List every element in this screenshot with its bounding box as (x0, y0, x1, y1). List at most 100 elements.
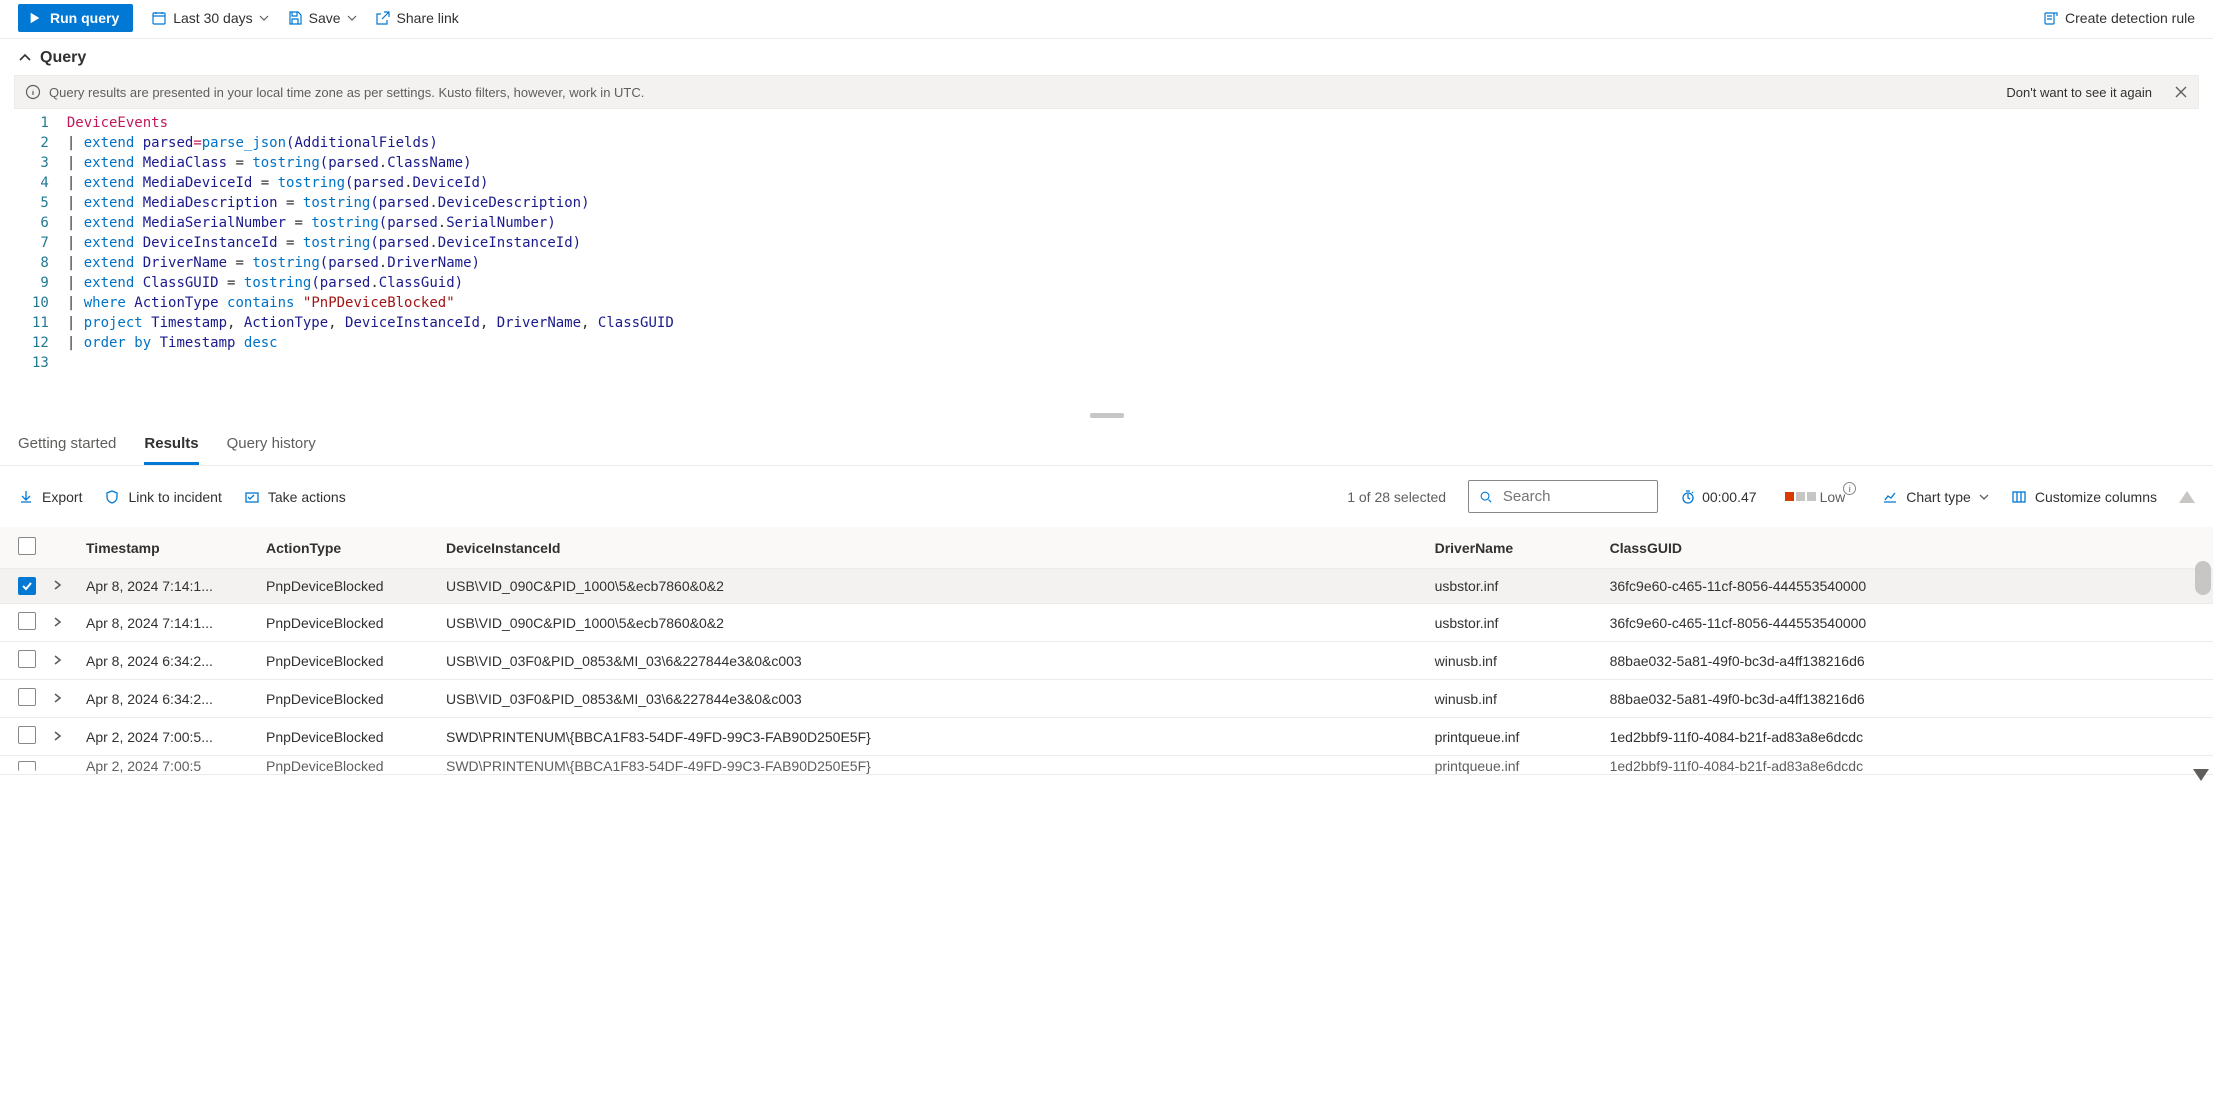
selection-count: 1 of 28 selected (1347, 489, 1446, 505)
severity-blocks-icon (1785, 492, 1816, 501)
row-checkbox[interactable] (18, 761, 36, 771)
save-label: Save (309, 10, 341, 26)
save-button[interactable]: Save (287, 10, 357, 26)
timezone-info-banner: Query results are presented in your loca… (14, 75, 2199, 109)
header-actiontype[interactable]: ActionType (258, 527, 438, 569)
banner-dismiss-link[interactable]: Don't want to see it again (2006, 85, 2166, 100)
scroll-up-icon[interactable] (2179, 491, 2195, 503)
cell-timestamp: Apr 8, 2024 7:14:1... (78, 604, 258, 642)
search-input[interactable] (1501, 487, 1647, 506)
export-button[interactable]: Export (18, 489, 82, 505)
row-checkbox[interactable] (18, 726, 36, 744)
calendar-icon (151, 10, 167, 26)
customize-columns-button[interactable]: Customize columns (2011, 489, 2157, 505)
cell-actiontype: PnpDeviceBlocked (258, 680, 438, 718)
table-row[interactable]: Apr 8, 2024 6:34:2...PnpDeviceBlockedUSB… (0, 680, 2213, 718)
chevron-down-icon (259, 13, 269, 23)
columns-icon (2011, 489, 2027, 505)
severity-indicator: Low i (1779, 489, 1861, 505)
tab-query-history[interactable]: Query history (227, 429, 316, 465)
pane-splitter[interactable] (0, 413, 2213, 423)
cell-drivername: winusb.inf (1427, 642, 1602, 680)
results-search-box[interactable] (1468, 480, 1658, 513)
query-editor[interactable]: 12345678910111213 DeviceEvents| extend p… (0, 109, 2213, 373)
share-label: Share link (397, 10, 459, 26)
run-query-label: Run query (50, 10, 119, 26)
time-range-label: Last 30 days (173, 10, 252, 26)
link-incident-label: Link to incident (128, 489, 221, 505)
cell-drivername: usbstor.inf (1427, 569, 1602, 604)
chart-type-button[interactable]: Chart type (1882, 489, 1989, 505)
results-toolbar: Export Link to incident Take actions 1 o… (0, 466, 2213, 527)
cell-deviceinstanceid: SWD\PRINTENUM\{BBCA1F83-54DF-49FD-99C3-F… (438, 718, 1427, 756)
editor-code[interactable]: DeviceEvents| extend parsed=parse_json(A… (67, 111, 674, 373)
query-section-header[interactable]: Query (0, 39, 2213, 75)
detection-rule-icon (2043, 10, 2059, 26)
table-row[interactable]: Apr 8, 2024 6:34:2...PnpDeviceBlockedUSB… (0, 642, 2213, 680)
cell-deviceinstanceid: USB\VID_090C&PID_1000\5&ecb7860&0&2 (438, 604, 1427, 642)
cell-deviceinstanceid: USB\VID_03F0&PID_0853&MI_03\6&227844e3&0… (438, 642, 1427, 680)
shield-icon (104, 489, 120, 505)
create-detection-rule-button[interactable]: Create detection rule (2043, 10, 2195, 26)
share-link-button[interactable]: Share link (375, 10, 459, 26)
query-timer: 00:00.47 (1680, 489, 1757, 505)
chevron-down-icon (1979, 492, 1989, 502)
chevron-down-icon (347, 13, 357, 23)
share-icon (375, 10, 391, 26)
play-icon (28, 11, 42, 25)
search-icon (1479, 489, 1493, 505)
row-checkbox[interactable] (18, 577, 36, 595)
download-icon (18, 489, 34, 505)
chevron-right-icon[interactable] (52, 730, 64, 742)
header-classguid[interactable]: ClassGUID (1602, 527, 2213, 569)
cell-classguid: 1ed2bbf9-11f0-4084-b21f-ad83a8e6dcdc (1602, 718, 2213, 756)
table-row[interactable]: Apr 8, 2024 7:14:1...PnpDeviceBlockedUSB… (0, 569, 2213, 604)
chevron-right-icon[interactable] (52, 616, 64, 628)
cell-deviceinstanceid: USB\VID_03F0&PID_0853&MI_03\6&227844e3&0… (438, 680, 1427, 718)
tab-getting-started[interactable]: Getting started (18, 429, 116, 465)
row-checkbox[interactable] (18, 650, 36, 668)
stopwatch-icon (1680, 489, 1696, 505)
vertical-scrollbar-thumb[interactable] (2195, 561, 2211, 595)
tab-results[interactable]: Results (144, 429, 198, 465)
customize-columns-label: Customize columns (2035, 489, 2157, 505)
severity-label: Low (1820, 489, 1846, 505)
select-all-checkbox[interactable] (18, 537, 36, 555)
chevron-right-icon[interactable] (52, 654, 64, 666)
results-tabstrip: Getting started Results Query history (0, 423, 2213, 466)
export-label: Export (42, 489, 82, 505)
run-query-button[interactable]: Run query (18, 4, 133, 32)
cell-actiontype: PnpDeviceBlocked (258, 718, 438, 756)
take-actions-button[interactable]: Take actions (244, 489, 346, 505)
scroll-down-icon[interactable] (2193, 769, 2209, 781)
row-checkbox[interactable] (18, 612, 36, 630)
splitter-grip-icon (1090, 413, 1124, 418)
query-title: Query (40, 49, 86, 67)
take-actions-label: Take actions (268, 489, 346, 505)
table-row[interactable]: Apr 8, 2024 7:14:1...PnpDeviceBlockedUSB… (0, 604, 2213, 642)
cell-drivername: usbstor.inf (1427, 604, 1602, 642)
cell-actiontype: PnpDeviceBlocked (258, 569, 438, 604)
chevron-right-icon[interactable] (52, 579, 64, 591)
table-row[interactable]: Apr 2, 2024 7:00:5PnpDeviceBlockedSWD\PR… (0, 756, 2213, 775)
header-drivername[interactable]: DriverName (1427, 527, 1602, 569)
cell-actiontype: PnpDeviceBlocked (258, 642, 438, 680)
cell-timestamp: Apr 8, 2024 6:34:2... (78, 642, 258, 680)
row-checkbox[interactable] (18, 688, 36, 706)
time-range-picker[interactable]: Last 30 days (151, 10, 268, 26)
chevron-up-icon (18, 51, 32, 65)
header-deviceinstanceid[interactable]: DeviceInstanceId (438, 527, 1427, 569)
header-timestamp[interactable]: Timestamp (78, 527, 258, 569)
table-row[interactable]: Apr 2, 2024 7:00:5...PnpDeviceBlockedSWD… (0, 718, 2213, 756)
link-to-incident-button[interactable]: Link to incident (104, 489, 221, 505)
cell-classguid: 88bae032-5a81-49f0-bc3d-a4ff138216d6 (1602, 680, 2213, 718)
close-icon[interactable] (2174, 85, 2188, 99)
info-icon[interactable]: i (1843, 482, 1856, 495)
cell-drivername: winusb.inf (1427, 680, 1602, 718)
table-header-row: Timestamp ActionType DeviceInstanceId Dr… (0, 527, 2213, 569)
actions-icon (244, 489, 260, 505)
main-toolbar: Run query Last 30 days Save Share link C… (0, 0, 2213, 39)
chart-icon (1882, 489, 1898, 505)
cell-drivername: printqueue.inf (1427, 718, 1602, 756)
chevron-right-icon[interactable] (52, 692, 64, 704)
